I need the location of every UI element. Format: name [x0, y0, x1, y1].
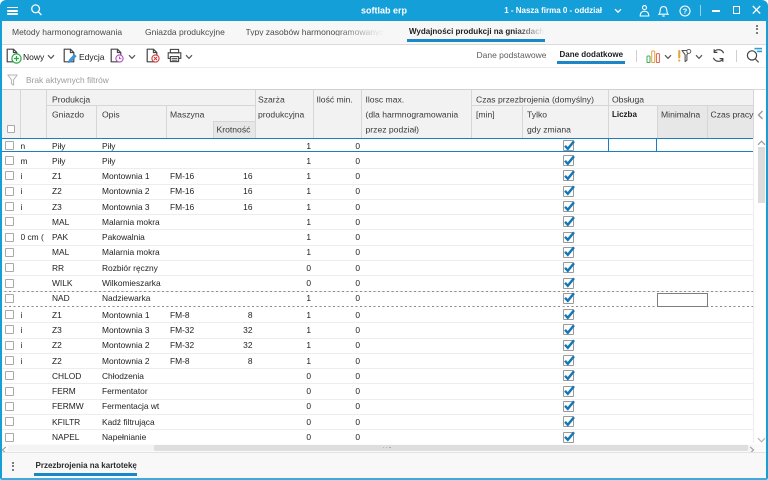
svg-text:?: ?: [683, 6, 688, 15]
